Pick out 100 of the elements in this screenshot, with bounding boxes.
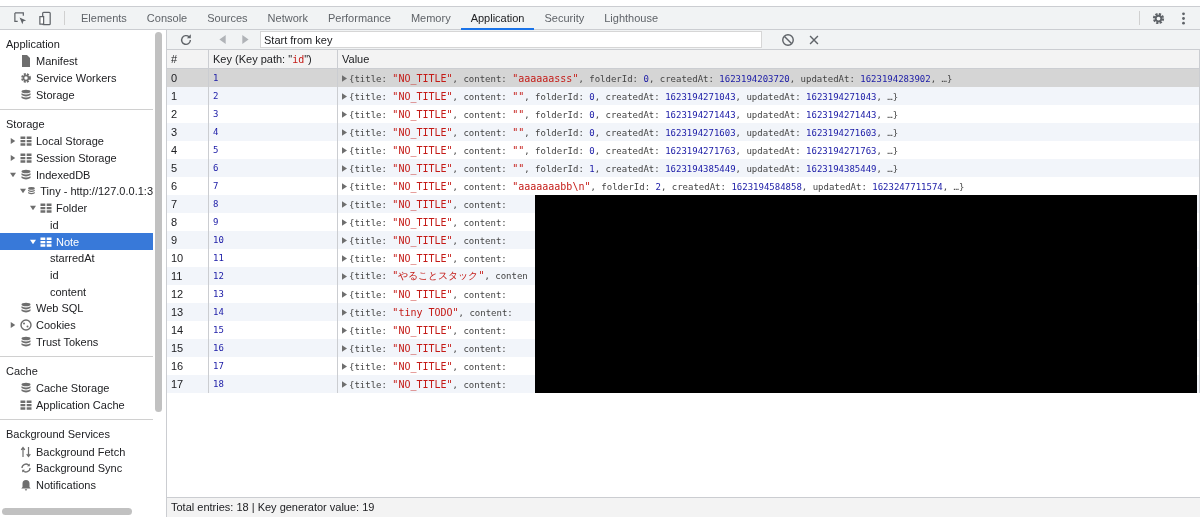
tree-item[interactable]: Folder: [0, 199, 153, 217]
panel-tab[interactable]: Elements: [71, 7, 137, 30]
table-cell[interactable]: 18: [209, 375, 338, 393]
scrollbar-thumb[interactable]: [2, 508, 132, 515]
grid-icon: [40, 235, 52, 248]
tree-item[interactable]: Cookies: [0, 316, 153, 334]
value-text: {title: "NO_TITLE", content: "", folderId: 0, createdAt: 1623194271763, updatedAt: 1623194271763, …}: [349, 144, 899, 156]
device-icon[interactable]: [38, 10, 53, 26]
tree-item[interactable]: Notifications: [0, 476, 153, 494]
panel-tab[interactable]: Performance: [317, 7, 401, 30]
tree-item[interactable]: content: [0, 283, 153, 300]
disclosure-triangle-icon[interactable]: [10, 321, 16, 328]
tree-item[interactable]: Web SQL: [0, 299, 153, 317]
tree-item[interactable]: Storage: [0, 86, 153, 104]
scrollbar-thumb[interactable]: [155, 32, 162, 412]
tree-item[interactable]: Application Cache: [0, 396, 153, 414]
value-text: {title: "NO_TITLE", content:: [349, 216, 507, 228]
tree-item[interactable]: Service Workers: [0, 69, 153, 87]
tree-item[interactable]: id: [0, 216, 153, 234]
expand-triangle-icon[interactable]: [342, 128, 347, 136]
panel-tab[interactable]: Security: [534, 7, 595, 30]
expand-triangle-icon[interactable]: [342, 290, 347, 298]
tree-item[interactable]: Background Fetch: [0, 443, 153, 461]
tree-item[interactable]: Background Sync: [0, 460, 153, 477]
tree-item[interactable]: id: [0, 266, 153, 284]
expand-triangle-icon[interactable]: [342, 74, 347, 82]
bell-icon: [20, 479, 32, 492]
value-text: {title: "NO_TITLE", content:: [349, 198, 507, 210]
expand-triangle-icon[interactable]: [342, 380, 347, 388]
disclosure-triangle-icon[interactable]: [10, 155, 16, 162]
tree-item[interactable]: Cache Storage: [0, 380, 153, 397]
expand-triangle-icon[interactable]: [342, 110, 347, 118]
more-menu-icon[interactable]: [1181, 10, 1186, 26]
disclosure-triangle-icon[interactable]: [10, 138, 16, 145]
section-heading: Application: [5, 37, 61, 52]
clear-icon[interactable]: [781, 32, 795, 47]
expand-triangle-icon[interactable]: [342, 200, 347, 208]
status-text: Total entries: 18 | Key generator value: 19: [167, 497, 1200, 517]
value-text: {title: "NO_TITLE", content:: [349, 378, 507, 390]
grid-icon: [20, 135, 32, 148]
expand-triangle-icon[interactable]: [342, 344, 347, 352]
tree-item[interactable]: Session Storage: [0, 149, 153, 167]
expand-triangle-icon[interactable]: [342, 308, 347, 316]
file-icon: [20, 55, 32, 68]
value-text: {title: "NO_TITLE", content:: [349, 252, 507, 264]
value-text: {title: "NO_TITLE", content: "", folderId: 0, createdAt: 1623194271043, updatedAt: 1623194271043, …}: [349, 90, 899, 102]
tree-item[interactable]: Tiny - http://127.0.0.1:3: [0, 183, 153, 200]
expand-triangle-icon[interactable]: [342, 326, 347, 334]
panel-tab[interactable]: Sources: [197, 7, 258, 30]
panel-tab[interactable]: Console: [136, 7, 198, 30]
database-icon: [20, 302, 32, 315]
expand-triangle-icon[interactable]: [342, 236, 347, 244]
expand-triangle-icon[interactable]: [342, 254, 347, 262]
value-text: {title: "NO_TITLE", content: "aaaaaaabb\n", folderId: 2, createdAt: 1623194584858, updatedAt: 1623247711574, …}: [349, 180, 965, 192]
expand-triangle-icon[interactable]: [342, 182, 347, 190]
inspect-icon[interactable]: [13, 10, 28, 26]
expand-triangle-icon[interactable]: [342, 272, 347, 280]
section-heading: Cache: [5, 364, 39, 379]
value-text: {title: "NO_TITLE", content: "", folderId: 1, createdAt: 1623194385449, updatedAt: 1623194385449, …}: [349, 162, 899, 174]
cookie-icon: [20, 318, 32, 331]
tree-item[interactable]: Trust Tokens: [0, 333, 153, 350]
start-key-field[interactable]: Start from key: [260, 31, 762, 48]
value-text: {title: "NO_TITLE", content: "", folderId: 0, createdAt: 1623194271443, updatedAt: 1623194271443, …}: [349, 108, 899, 120]
database-icon: [20, 88, 32, 101]
database-icon: [20, 382, 32, 395]
panel-tab[interactable]: Memory: [400, 7, 461, 30]
value-text: {title: "NO_TITLE", content:: [349, 360, 507, 372]
value-text: {title: "やることスタック", conten: [349, 269, 528, 283]
tree-item[interactable]: IndexedDB: [0, 166, 153, 184]
value-text: {title: "NO_TITLE", content:: [349, 342, 507, 354]
disclosure-triangle-icon[interactable]: [20, 188, 26, 195]
refresh-icon[interactable]: [179, 32, 193, 47]
section-heading: Storage: [5, 117, 46, 133]
expand-triangle-icon[interactable]: [342, 218, 347, 226]
tree-item[interactable]: Manifest: [0, 53, 153, 70]
panel-tab[interactable]: Network: [257, 7, 318, 30]
section-heading: Background Services: [5, 427, 111, 443]
expand-triangle-icon[interactable]: [342, 92, 347, 100]
expand-triangle-icon[interactable]: [342, 164, 347, 172]
tree-item[interactable]: starredAt: [0, 249, 153, 267]
gear-icon: [20, 72, 32, 85]
disclosure-triangle-icon[interactable]: [30, 238, 36, 245]
value-text: {title: "NO_TITLE", content: "aaaaaasss", folderId: 0, createdAt: 1623194203720, updatedAt: 1623194283902, …}: [349, 72, 953, 84]
disclosure-triangle-icon[interactable]: [30, 205, 36, 212]
sync-icon: [20, 462, 32, 475]
value-text: {title: "NO_TITLE", content:: [349, 288, 507, 300]
disclosure-triangle-icon[interactable]: [10, 171, 16, 178]
grid-icon: [20, 399, 32, 412]
settings-icon[interactable]: [1151, 10, 1166, 26]
panel-tab[interactable]: Lighthouse: [594, 7, 669, 30]
table-cell[interactable]: 17: [167, 375, 209, 393]
tree-item[interactable]: Note: [0, 233, 153, 250]
expand-triangle-icon[interactable]: [342, 362, 347, 370]
expand-triangle-icon[interactable]: [342, 146, 347, 154]
value-text: {title: "tiny TODO", content:: [349, 306, 513, 318]
grid-icon: [40, 202, 52, 215]
value-text: {title: "NO_TITLE", content:: [349, 324, 507, 336]
database-icon: [20, 168, 32, 181]
value-text: {title: "NO_TITLE", content:: [349, 234, 507, 246]
tree-item[interactable]: Local Storage: [0, 133, 153, 150]
